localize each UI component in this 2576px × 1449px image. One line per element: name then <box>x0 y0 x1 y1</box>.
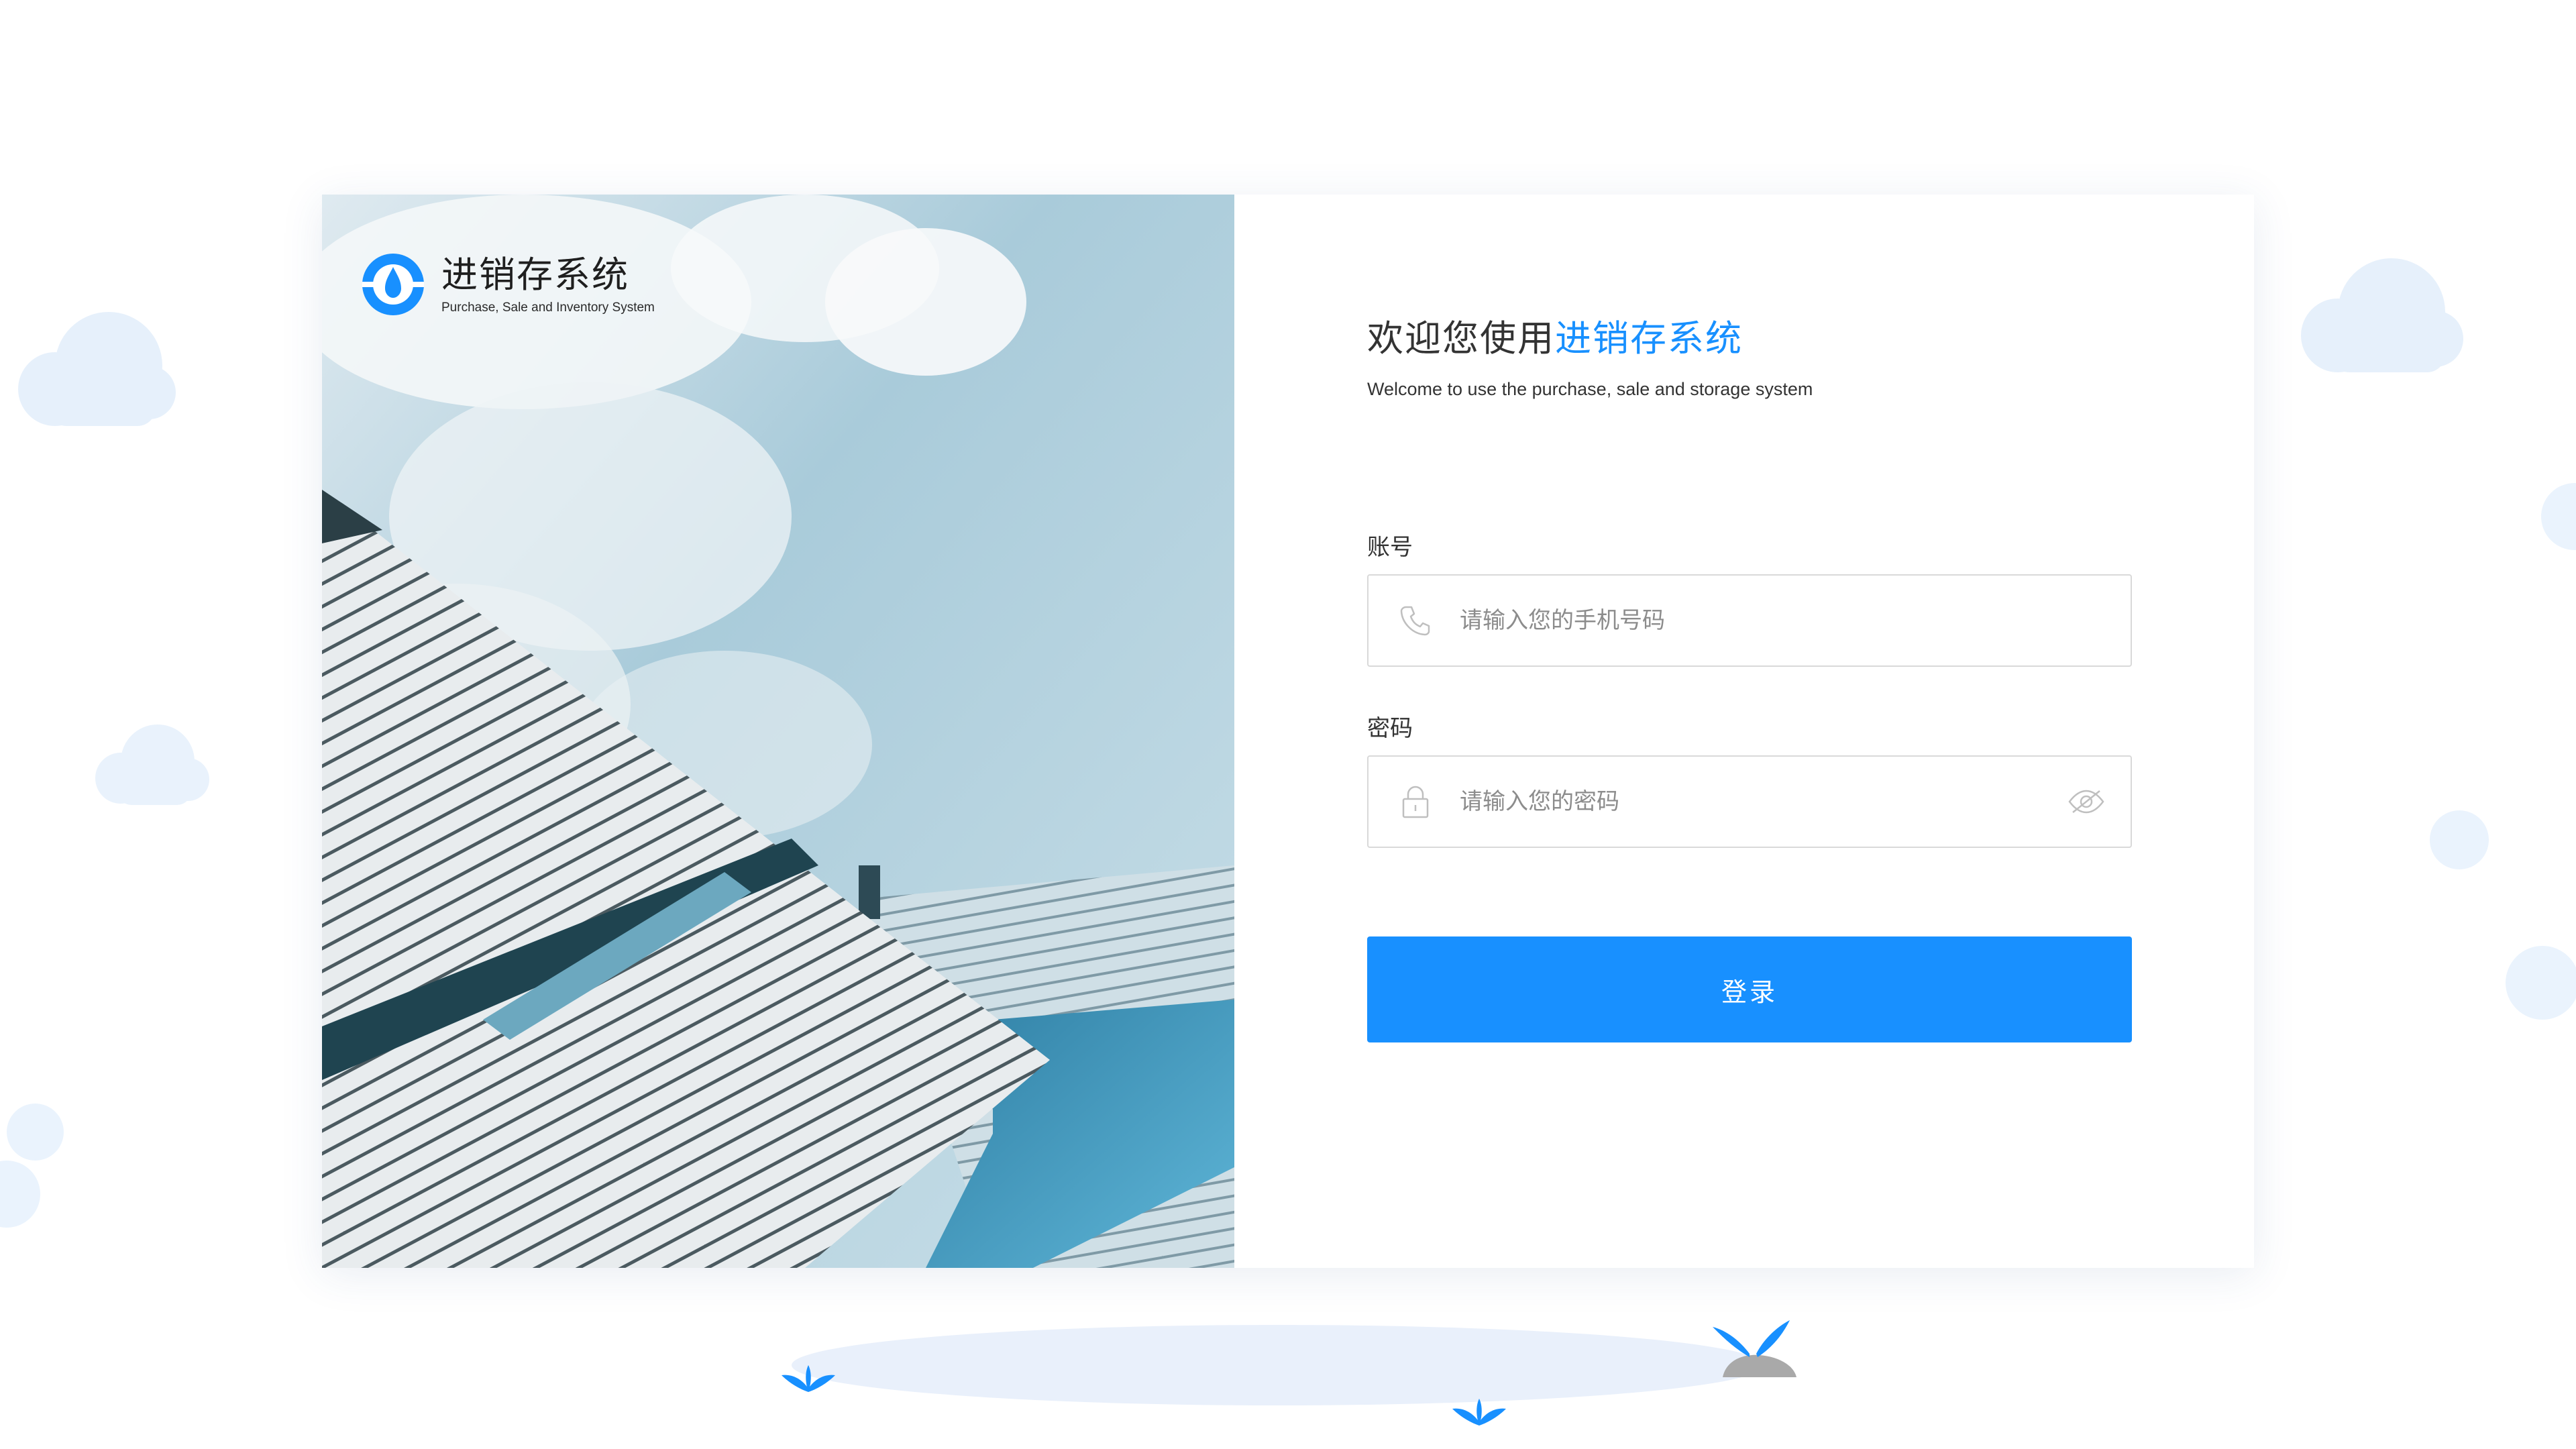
phone-icon <box>1397 602 1434 639</box>
logo-icon <box>362 254 424 315</box>
login-form: 欢迎您使用进销存系统 Welcome to use the purchase, … <box>1234 195 2254 1268</box>
password-field[interactable] <box>1367 755 2132 848</box>
welcome-subtitle: Welcome to use the purchase, sale and st… <box>1367 379 1813 399</box>
plant-decoration <box>778 1362 839 1398</box>
account-field[interactable] <box>1367 574 2132 667</box>
bubble-decoration <box>2430 810 2489 869</box>
cloud-decoration-left-small <box>91 718 211 812</box>
plant-decoration <box>1449 1395 1509 1432</box>
login-button[interactable]: 登录 <box>1367 936 2132 1042</box>
hero-image-panel: 进销存系统 Purchase, Sale and Inventory Syste… <box>322 195 1234 1268</box>
bubble-decoration <box>0 1161 40 1228</box>
bubble-decoration <box>7 1104 64 1161</box>
phone-input[interactable] <box>1458 606 2131 635</box>
password-input[interactable] <box>1458 788 2066 816</box>
rock-plant-decoration <box>1709 1313 1803 1383</box>
building-sky-image <box>322 195 1234 1268</box>
brand-subtitle: Purchase, Sale and Inventory System <box>441 301 655 315</box>
account-label: 账号 <box>1367 534 1413 561</box>
login-page: 进销存系统 Purchase, Sale and Inventory Syste… <box>0 0 2576 1449</box>
lock-icon <box>1397 783 1434 820</box>
cloud-decoration-left <box>15 309 176 429</box>
password-label: 密码 <box>1367 715 1413 742</box>
cloud-decoration-right <box>2298 255 2465 376</box>
bubble-decoration <box>2506 946 2576 1020</box>
welcome-heading: 欢迎您使用进销存系统 <box>1367 309 1743 362</box>
brand-title: 进销存系统 <box>441 254 629 296</box>
welcome-prefix: 欢迎您使用 <box>1367 317 1555 360</box>
eye-off-icon[interactable] <box>2066 782 2106 822</box>
floor-shadow <box>792 1325 1764 1405</box>
login-card: 进销存系统 Purchase, Sale and Inventory Syste… <box>322 195 2254 1268</box>
welcome-highlight: 进销存系统 <box>1555 317 1743 360</box>
bubble-decoration <box>2541 483 2576 550</box>
brand: 进销存系统 Purchase, Sale and Inventory Syste… <box>362 254 655 315</box>
